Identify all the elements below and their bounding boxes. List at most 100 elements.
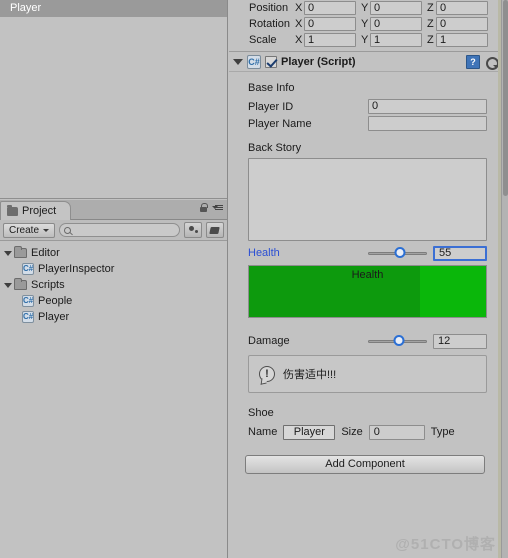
shoe-size-field[interactable]: 0	[368, 424, 425, 440]
health-label: Health	[248, 247, 280, 259]
csharp-script-icon: C#	[22, 295, 34, 307]
folder-icon	[14, 246, 27, 258]
component-enabled-checkbox[interactable]	[265, 55, 277, 68]
inspector-scrollbar[interactable]	[501, 0, 508, 558]
project-panel: Project Create Editor C# PlayerInspector…	[0, 200, 227, 558]
project-tab-controls	[200, 203, 223, 212]
tree-item-label: Player	[38, 311, 70, 323]
damage-warning-text: 伤害适中!!!	[283, 369, 337, 381]
transform-rotation-label: Rotation	[249, 18, 290, 30]
left-column: Player Project Create Editor C# PlayerIn…	[0, 0, 228, 558]
inspector-panel: Position X 0 Y 0 Z 0 Rotation X 0 Y 0 Z …	[229, 0, 501, 558]
transform-row-scale: Scale X 1 Y 1 Z 1	[233, 32, 497, 48]
hierarchy-body[interactable]	[0, 17, 227, 199]
player-name-label: Player Name	[248, 117, 312, 130]
rotation-x-field[interactable]: 0	[304, 17, 356, 31]
add-component-button[interactable]: Add Component	[245, 455, 485, 474]
tree-item-player[interactable]: C# Player	[0, 309, 227, 325]
damage-value-field[interactable]: 12	[433, 333, 487, 349]
health-slider-row: Health 55	[248, 244, 487, 262]
transform-row-rotation: Rotation X 0 Y 0 Z 0	[233, 16, 497, 32]
tree-item-editor[interactable]: Editor	[0, 245, 227, 261]
warning-speech-icon: !	[259, 366, 275, 382]
back-story-textarea[interactable]	[248, 158, 487, 241]
position-z-field[interactable]: 0	[436, 1, 488, 15]
tree-item-scripts[interactable]: Scripts	[0, 277, 227, 293]
hamburger-menu-icon[interactable]	[212, 203, 223, 212]
damage-warning-box: ! 伤害适中!!!	[248, 355, 487, 393]
player-name-row: Player Name	[248, 115, 487, 132]
damage-slider-row: Damage 12	[248, 332, 487, 350]
player-script-component-header[interactable]: C# Player (Script) ?	[229, 52, 501, 72]
axis-x-label: X	[295, 34, 303, 46]
foldout-open-icon[interactable]	[233, 58, 243, 65]
health-bar: Health	[248, 265, 487, 318]
axis-y-label: Y	[361, 18, 369, 30]
add-component-area: Add Component	[229, 455, 501, 474]
player-id-label: Player ID	[248, 100, 294, 113]
folder-icon	[14, 278, 27, 290]
health-value-field[interactable]: 55	[433, 245, 487, 261]
shoe-type-label: Type	[430, 426, 455, 438]
component-title: Player (Script)	[281, 55, 356, 68]
csharp-script-icon: C#	[247, 54, 261, 69]
player-name-field[interactable]	[368, 116, 487, 131]
help-icon[interactable]: ?	[466, 54, 480, 69]
search-icon	[64, 226, 72, 234]
position-y-field[interactable]: 0	[370, 1, 422, 15]
filter-by-type-icon[interactable]	[184, 222, 202, 238]
shoe-size-label: Size	[341, 426, 363, 438]
scale-x-field[interactable]: 1	[304, 33, 356, 47]
create-button[interactable]: Create	[3, 222, 56, 238]
foldout-open-icon[interactable]	[4, 250, 12, 256]
hierarchy-selected-object[interactable]: Player	[0, 0, 227, 17]
tree-item-people[interactable]: C# People	[0, 293, 227, 309]
shoe-name-field[interactable]: Player	[283, 424, 336, 440]
project-tab-bar: Project	[0, 200, 227, 220]
rotation-z-field[interactable]: 0	[436, 17, 488, 31]
health-slider-handle[interactable]	[394, 247, 406, 258]
damage-slider[interactable]	[368, 333, 427, 349]
transform-scale-label: Scale	[249, 34, 277, 46]
axis-x-label: X	[295, 18, 303, 30]
tree-item-label: Scripts	[31, 279, 65, 291]
tree-item-playerinspector[interactable]: C# PlayerInspector	[0, 261, 227, 277]
inspector-body: Base Info Player ID 0 Player Name Back S…	[229, 82, 501, 441]
search-input[interactable]	[59, 223, 180, 237]
position-x-field[interactable]: 0	[304, 1, 356, 15]
lock-icon[interactable]	[200, 203, 208, 212]
base-info-header: Base Info	[248, 82, 295, 94]
filter-by-label-icon[interactable]	[206, 222, 224, 238]
axis-y-label: Y	[361, 34, 369, 46]
axis-z-label: Z	[427, 2, 434, 14]
player-id-field[interactable]: 0	[368, 99, 487, 114]
project-toolbar: Create	[0, 220, 227, 241]
scale-y-field[interactable]: 1	[370, 33, 422, 47]
transform-component: Position X 0 Y 0 Z 0 Rotation X 0 Y 0 Z …	[229, 0, 501, 48]
shoe-name-label: Name	[248, 426, 278, 438]
axis-y-label: Y	[361, 2, 369, 14]
tree-item-label: People	[38, 295, 73, 307]
rotation-y-field[interactable]: 0	[370, 17, 422, 31]
tab-project-label: Project	[22, 205, 57, 217]
scrollbar-thumb[interactable]	[503, 0, 508, 196]
tree-item-label: Editor	[31, 247, 60, 259]
damage-label: Damage	[248, 335, 290, 347]
health-slider[interactable]	[368, 245, 427, 261]
tab-project[interactable]: Project	[0, 201, 72, 220]
gear-icon[interactable]	[484, 55, 499, 70]
damage-slider-handle[interactable]	[393, 335, 405, 346]
transform-position-label: Position	[249, 2, 289, 14]
csharp-script-icon: C#	[22, 311, 34, 323]
tree-item-label: PlayerInspector	[38, 263, 115, 275]
shoe-header: Shoe	[248, 407, 274, 419]
watermark: @51CTO博客	[395, 536, 496, 553]
back-story-header: Back Story	[248, 142, 302, 154]
project-tree: Editor C# PlayerInspector Scripts C# Peo…	[0, 241, 227, 325]
scale-z-field[interactable]: 1	[436, 33, 488, 47]
health-bar-caption: Health	[351, 269, 384, 281]
create-button-label: Create	[9, 224, 40, 236]
axis-z-label: Z	[427, 34, 434, 46]
foldout-open-icon[interactable]	[4, 282, 12, 288]
player-id-row: Player ID 0	[248, 98, 487, 115]
